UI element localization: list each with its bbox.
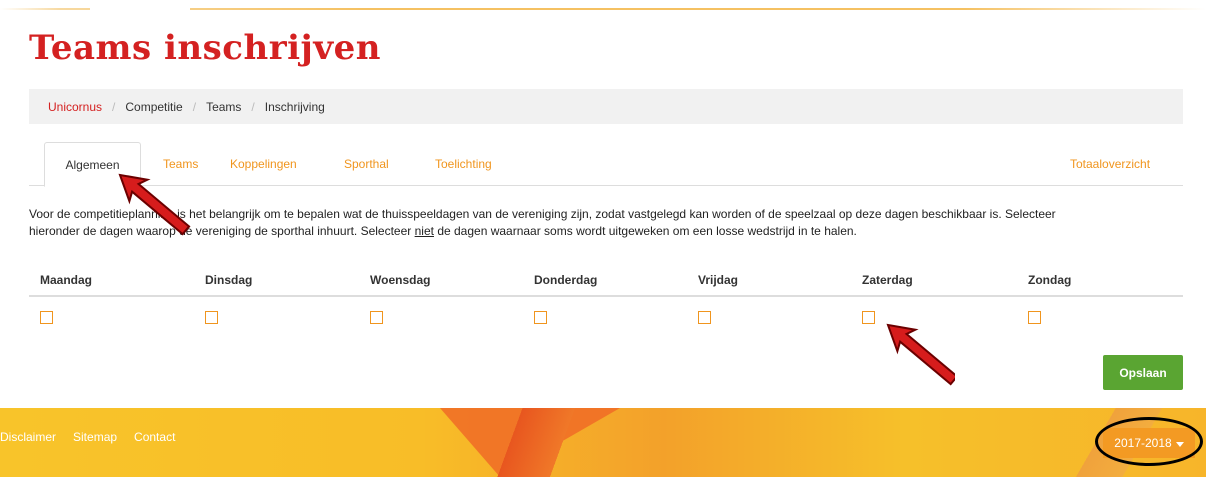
footer-link-sitemap[interactable]: Sitemap	[73, 430, 117, 444]
season-label: 2017-2018	[1114, 436, 1172, 450]
tab-bar: Algemeen Teams Koppelingen Sporthal Toel…	[29, 142, 1183, 187]
checkbox-zondag[interactable]	[1028, 311, 1041, 324]
save-button[interactable]: Opslaan	[1103, 355, 1183, 390]
breadcrumb-separator: /	[251, 99, 255, 114]
tab-sporthal[interactable]: Sporthal	[344, 142, 389, 186]
footer-links: Disclaimer Sitemap Contact	[0, 430, 175, 444]
arrow-annotation-icon	[886, 323, 955, 386]
checkbox-donderdag[interactable]	[534, 311, 547, 324]
top-accent-line	[0, 8, 1206, 10]
breadcrumb-item-competitie[interactable]: Competitie	[125, 100, 182, 114]
day-header-dinsdag: Dinsdag	[205, 273, 253, 287]
day-header-vrijdag: Vrijdag	[698, 273, 739, 287]
page-title: Teams inschrijven	[29, 28, 381, 68]
checkbox-zaterdag[interactable]	[862, 311, 875, 324]
checkbox-vrijdag[interactable]	[698, 311, 711, 324]
tab-toelichting[interactable]: Toelichting	[435, 142, 492, 186]
tab-totaaloverzicht[interactable]: Totaaloverzicht	[1070, 142, 1150, 186]
checkbox-woensdag[interactable]	[370, 311, 383, 324]
footer-decoration	[470, 408, 620, 477]
breadcrumb: Unicornus / Competitie / Teams / Inschri…	[29, 89, 1183, 124]
day-header-maandag: Maandag	[40, 273, 93, 287]
intro-line-2: hieronder de dagen waarop de vereniging …	[29, 224, 857, 238]
breadcrumb-item-unicornus[interactable]: Unicornus	[48, 100, 102, 114]
footer-link-disclaimer[interactable]: Disclaimer	[0, 430, 56, 444]
day-header-donderdag: Donderdag	[534, 273, 598, 287]
day-header-zaterdag: Zaterdag	[862, 273, 913, 287]
tab-algemeen[interactable]: Algemeen	[44, 142, 141, 187]
footer: Disclaimer Sitemap Contact	[0, 408, 1206, 477]
day-header-woensdag: Woensdag	[370, 273, 431, 287]
season-dropdown[interactable]: 2017-2018	[1103, 428, 1195, 458]
checkbox-maandag[interactable]	[40, 311, 53, 324]
intro-text: Voor de competitieplanning is het belang…	[29, 206, 1189, 240]
tab-teams[interactable]: Teams	[163, 142, 198, 186]
intro-line-1: Voor de competitieplanning is het belang…	[29, 207, 1056, 221]
day-header-zondag: Zondag	[1028, 273, 1072, 287]
tab-koppelingen[interactable]: Koppelingen	[230, 142, 297, 186]
footer-link-contact[interactable]: Contact	[134, 430, 175, 444]
intro-emphasis-niet: niet	[414, 224, 434, 238]
caret-down-icon	[1175, 436, 1184, 450]
checkbox-dinsdag[interactable]	[205, 311, 218, 324]
breadcrumb-separator: /	[192, 99, 197, 114]
breadcrumb-item-inschrijving: Inschrijving	[264, 99, 325, 114]
breadcrumb-item-teams[interactable]: Teams	[206, 100, 241, 114]
days-table-header: Maandag Dinsdag Woensdag Donderdag Vrijd…	[29, 263, 1183, 297]
breadcrumb-separator: /	[112, 99, 116, 114]
